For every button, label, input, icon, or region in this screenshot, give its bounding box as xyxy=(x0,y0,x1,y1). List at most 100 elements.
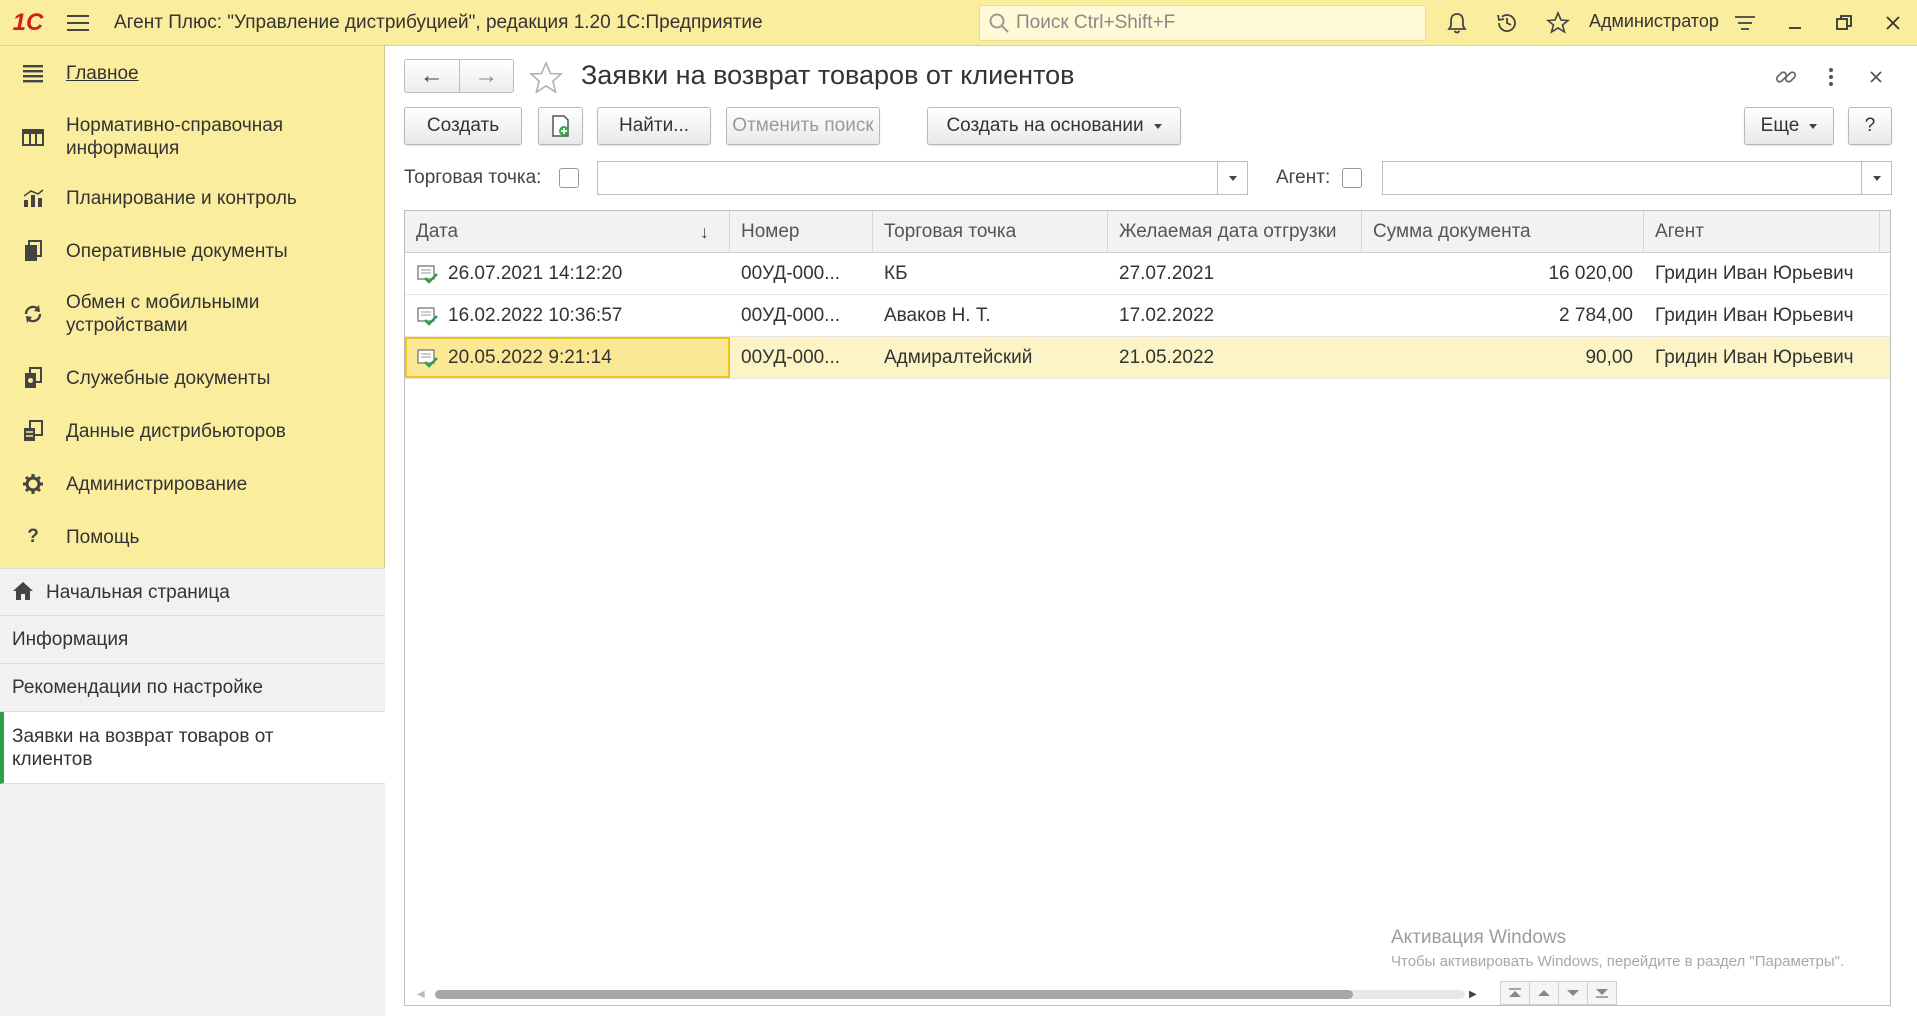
go-down-icon[interactable] xyxy=(1558,981,1588,1005)
search-input[interactable]: Поиск Ctrl+Shift+F xyxy=(979,5,1426,41)
go-up-icon[interactable] xyxy=(1529,981,1559,1005)
page-title: Заявки на возврат товаров от клиентов xyxy=(581,60,1075,90)
open-window-home[interactable]: Начальная страница xyxy=(0,568,385,616)
cell-ship-date[interactable]: 17.02.2022 xyxy=(1108,295,1362,336)
open-window-recommendations[interactable]: Рекомендации по настройке xyxy=(0,664,385,712)
bell-icon[interactable] xyxy=(1442,8,1472,38)
sidebar-item-label: Помощь xyxy=(66,526,140,548)
cell-sum[interactable]: 90,00 xyxy=(1362,337,1644,378)
minimize-icon[interactable] xyxy=(1780,8,1810,38)
cell-number[interactable]: 00УД-000... xyxy=(730,337,873,378)
sidebar-item-mobile-exchange[interactable]: Обмен с мобильными устройствами xyxy=(0,289,385,339)
create-based-on-label: Создать на основании xyxy=(946,115,1144,136)
link-icon[interactable] xyxy=(1773,64,1799,90)
main-menu-icon[interactable] xyxy=(56,0,100,46)
outlet-filter-checkbox[interactable] xyxy=(559,168,579,188)
sidebar-item-label: Оперативные документы xyxy=(66,240,288,262)
forward-arrow-icon[interactable]: → xyxy=(460,60,514,92)
close-icon[interactable] xyxy=(1878,8,1908,38)
sidebar-item-nsi[interactable]: Нормативно-справочная информация xyxy=(0,112,385,162)
documents-icon xyxy=(20,238,46,264)
cell-outlet[interactable]: КБ xyxy=(873,253,1108,294)
documents-table: Дата ↓ Номер Торговая точка Желаемая дат… xyxy=(404,210,1891,1006)
dropdown-caret-icon xyxy=(1228,175,1237,181)
horizontal-scrollbar[interactable]: ◀ ▶ xyxy=(417,987,1477,1001)
column-header-ship-date[interactable]: Желаемая дата отгрузки xyxy=(1108,211,1362,253)
help-button[interactable]: ? xyxy=(1848,107,1892,145)
cell-sum[interactable]: 2 784,00 xyxy=(1362,295,1644,336)
create-button[interactable]: Создать xyxy=(404,107,522,145)
table-row[interactable]: 16.02.2022 10:36:57 00УД-000... Аваков Н… xyxy=(405,295,1890,337)
sidebar: Главное Нормативно-справочная информация… xyxy=(0,46,385,1016)
restore-icon[interactable] xyxy=(1829,8,1859,38)
agent-dropdown-button[interactable] xyxy=(1861,162,1891,194)
history-nav: ← → xyxy=(404,59,514,93)
cell-ship-date[interactable]: 21.05.2022 xyxy=(1108,337,1362,378)
sidebar-item-label: Служебные документы xyxy=(66,367,271,389)
table-header: Дата ↓ Номер Торговая точка Желаемая дат… xyxy=(405,211,1890,253)
open-window-info[interactable]: Информация xyxy=(0,616,385,664)
cell-number[interactable]: 00УД-000... xyxy=(730,253,873,294)
table-row[interactable]: 26.07.2021 14:12:20 00УД-000... КБ 27.07… xyxy=(405,253,1890,295)
sidebar-item-label: Нормативно-справочная информация xyxy=(66,115,284,159)
settings-lines-icon[interactable] xyxy=(1730,8,1760,38)
sidebar-item-operative-docs[interactable]: Оперативные документы xyxy=(0,229,385,273)
search-placeholder: Поиск Ctrl+Shift+F xyxy=(1016,12,1176,33)
dropdown-caret-icon xyxy=(1153,123,1162,129)
agent-filter-field[interactable] xyxy=(1382,161,1892,195)
create-based-on-button[interactable]: Создать на основании xyxy=(927,107,1181,145)
1c-logo-icon[interactable]: 1С xyxy=(0,0,56,46)
sidebar-item-administration[interactable]: Администрирование xyxy=(0,462,385,506)
column-header-sum[interactable]: Сумма документа xyxy=(1362,211,1644,253)
cell-outlet[interactable]: Адмиралтейский xyxy=(873,337,1108,378)
more-label: Еще xyxy=(1760,115,1800,136)
sidebar-item-main[interactable]: Главное xyxy=(0,46,385,100)
cell-agent[interactable]: Гридин Иван Юрьевич xyxy=(1644,295,1880,336)
cell-agent[interactable]: Гридин Иван Юрьевич xyxy=(1644,253,1880,294)
cell-outlet[interactable]: Аваков Н. Т. xyxy=(873,295,1108,336)
sidebar-item-planning[interactable]: Планирование и контроль xyxy=(0,176,385,220)
column-header-outlet[interactable]: Торговая точка xyxy=(873,211,1108,253)
column-header-agent[interactable]: Агент xyxy=(1644,211,1880,253)
cancel-search-button[interactable]: Отменить поиск xyxy=(726,107,880,145)
go-first-icon[interactable] xyxy=(1500,981,1530,1005)
user-name[interactable]: Администратор xyxy=(1589,11,1719,32)
back-arrow-icon[interactable]: ← xyxy=(405,60,460,92)
more-button[interactable]: Еще xyxy=(1744,107,1834,145)
posted-document-icon xyxy=(417,348,438,368)
cell-date[interactable]: 26.07.2021 14:12:20 xyxy=(405,253,730,294)
scroll-right-icon[interactable]: ▶ xyxy=(1469,989,1477,1000)
copy-document-button[interactable] xyxy=(538,107,583,145)
favorites-star-icon[interactable] xyxy=(1543,8,1573,38)
cell-agent[interactable]: Гридин Иван Юрьевич xyxy=(1644,337,1880,378)
close-form-icon[interactable] xyxy=(1863,64,1889,90)
scroll-left-icon[interactable]: ◀ xyxy=(417,989,425,1000)
cell-sum[interactable]: 16 020,00 xyxy=(1362,253,1644,294)
column-header-date[interactable]: Дата ↓ xyxy=(405,211,730,253)
find-button[interactable]: Найти... xyxy=(597,107,711,145)
scroll-thumb[interactable] xyxy=(435,990,1353,999)
column-header-number[interactable]: Номер xyxy=(730,211,873,253)
table-row-selected[interactable]: 20.05.2022 9:21:14 00УД-000... Адмиралте… xyxy=(405,337,1890,379)
column-header-label: Дата xyxy=(416,221,459,242)
cell-date[interactable]: 20.05.2022 9:21:14 xyxy=(405,337,730,378)
cell-number[interactable]: 00УД-000... xyxy=(730,295,873,336)
history-icon[interactable] xyxy=(1492,8,1522,38)
service-docs-icon xyxy=(20,365,46,391)
outlet-dropdown-button[interactable] xyxy=(1217,162,1247,194)
date-value: 20.05.2022 9:21:14 xyxy=(448,346,612,368)
sidebar-item-help[interactable]: ? Помощь xyxy=(0,515,385,559)
outlet-filter-field[interactable] xyxy=(597,161,1248,195)
sidebar-item-service-docs[interactable]: Служебные документы xyxy=(0,356,385,400)
windows-activation-text: Чтобы активировать Windows, перейдите в … xyxy=(1391,953,1845,970)
cell-ship-date[interactable]: 27.07.2021 xyxy=(1108,253,1362,294)
more-vertical-icon[interactable] xyxy=(1818,64,1844,90)
catalog-icon xyxy=(20,124,46,150)
agent-filter-checkbox[interactable] xyxy=(1342,168,1362,188)
favorite-star-icon[interactable] xyxy=(528,60,564,96)
cell-date[interactable]: 16.02.2022 10:36:57 xyxy=(405,295,730,336)
open-window-label: Рекомендации по настройке xyxy=(12,677,263,698)
open-window-return-requests[interactable]: Заявки на возврат товаров от клиентов xyxy=(0,712,385,784)
sidebar-item-distributor-data[interactable]: Данные дистрибьюторов xyxy=(0,409,385,453)
go-last-icon[interactable] xyxy=(1587,981,1617,1005)
